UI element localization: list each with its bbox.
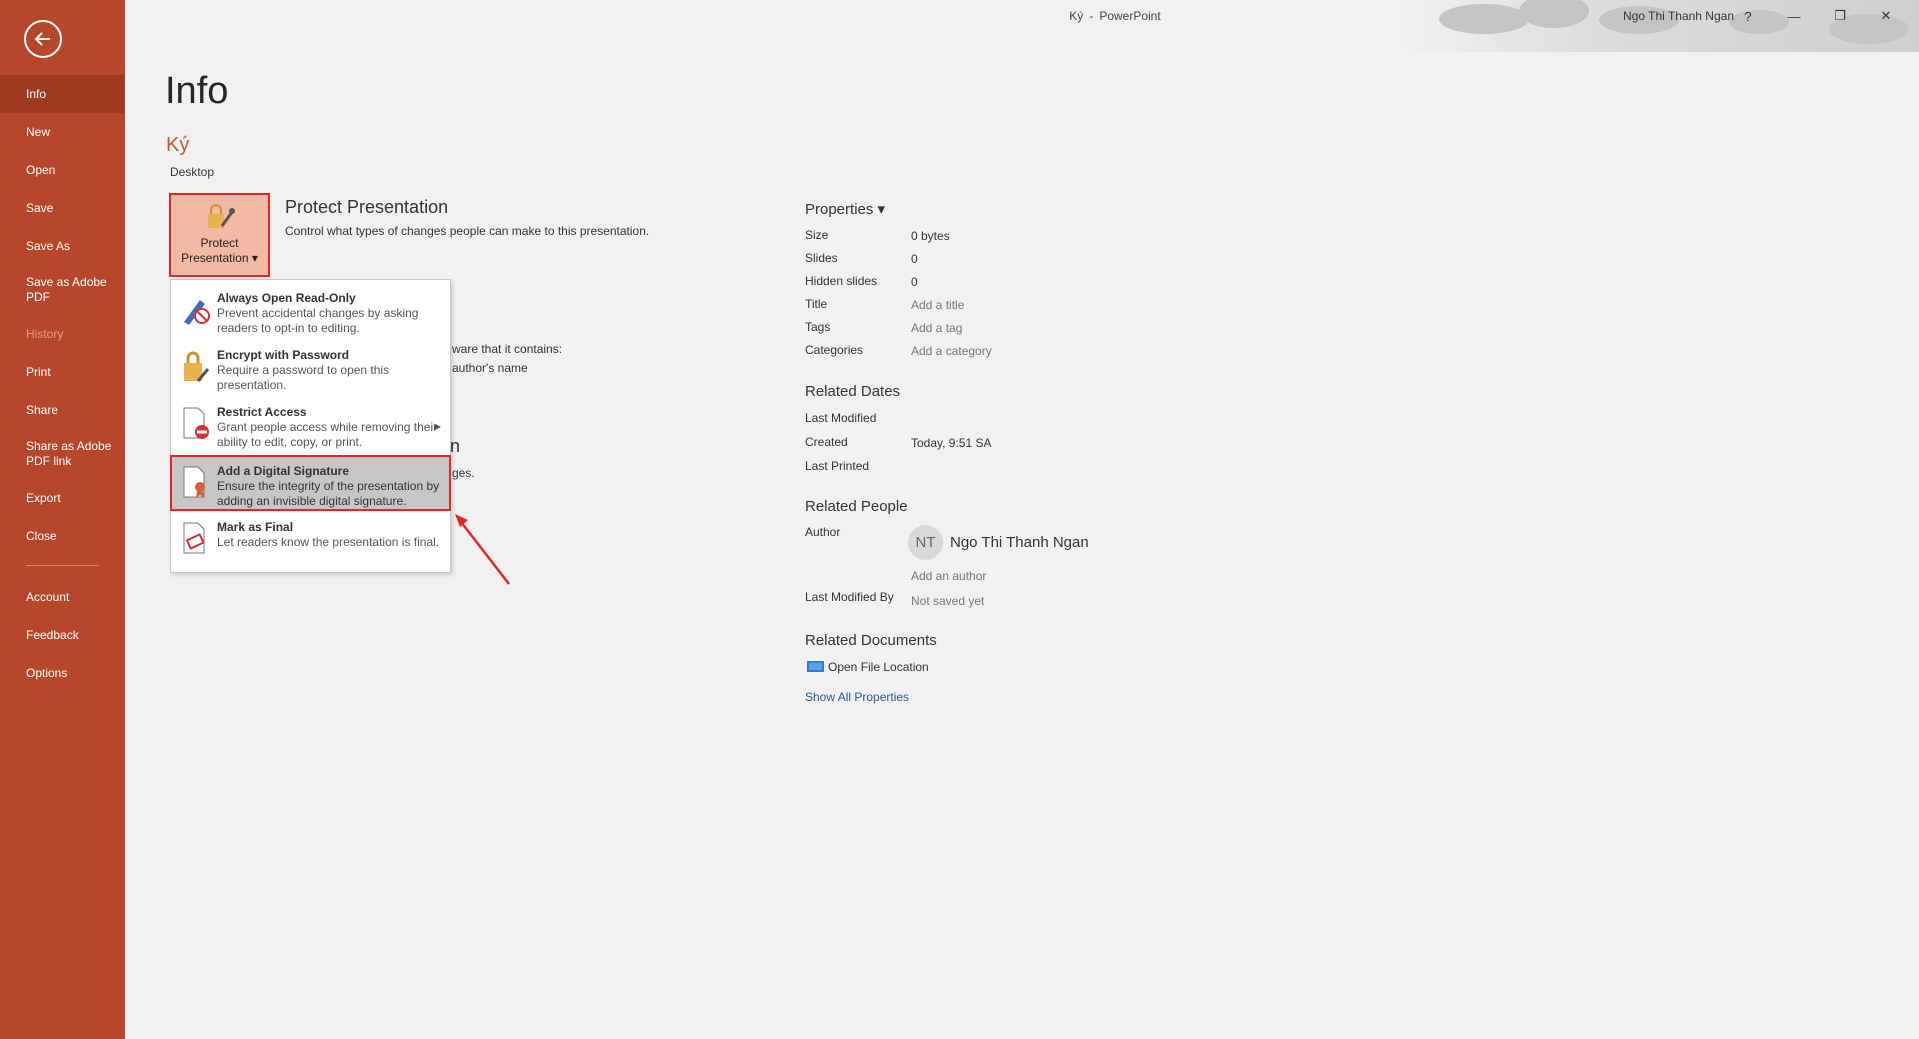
title-app-name: PowerPoint — [1099, 9, 1161, 23]
document-location[interactable]: Desktop — [170, 165, 214, 179]
nav-account[interactable]: Account — [0, 578, 125, 616]
folder-monitor-icon — [807, 661, 824, 672]
menu-item-desc: Require a password to open this presenta… — [217, 363, 390, 392]
protect-presentation-title: Protect Presentation — [285, 197, 449, 217]
people-label-last-modified-by: Last Modified By — [805, 590, 894, 604]
title-doc-name: Ký — [1069, 9, 1084, 23]
nav-export[interactable]: Export — [0, 479, 125, 517]
document-name: Ký — [166, 134, 190, 156]
backstage-nav: Info New Open Save Save As Save as Adobe… — [0, 75, 125, 692]
protect-presentation-desc: Control what types of changes people can… — [285, 224, 650, 238]
versions-text-partial: ges. — [452, 466, 475, 480]
nav-close[interactable]: Close — [0, 517, 125, 555]
versions-title-partial: n — [450, 436, 461, 456]
submenu-arrow-icon: ▶ — [434, 422, 441, 431]
prop-label-size: Size — [805, 228, 829, 242]
close-window-button[interactable]: ✕ — [1863, 4, 1909, 28]
author-avatar: NT — [908, 525, 943, 560]
date-label-last-modified: Last Modified — [805, 411, 877, 425]
nav-history: History — [26, 326, 64, 341]
menu-item-title: Add a Digital Signature — [217, 464, 350, 478]
nav-save[interactable]: Save — [0, 189, 125, 227]
pencil-no-icon — [184, 300, 210, 325]
title-bar: Ký - PowerPoint Ngo Thi Thanh Ngan ? — ❐ ✕ — [125, 0, 1919, 52]
final-stamp-icon — [183, 522, 205, 554]
minimize-button[interactable]: — — [1771, 4, 1817, 28]
prop-input-categories[interactable]: Add a category — [911, 344, 992, 358]
open-file-location-link[interactable]: Open File Location — [807, 660, 929, 674]
menu-add-digital-signature[interactable]: Add a Digital Signature Ensure the integ… — [170, 455, 451, 511]
nav-options[interactable]: Options — [0, 654, 125, 692]
back-button[interactable] — [24, 20, 62, 58]
help-button[interactable]: ? — [1725, 4, 1771, 28]
date-label-created: Created — [805, 435, 848, 449]
menu-item-title: Encrypt with Password — [217, 348, 350, 362]
related-people-heading: Related People — [805, 498, 908, 515]
protect-presentation-button[interactable]: Protect Presentation ▾ — [169, 193, 270, 277]
signature-ribbon-icon — [183, 466, 205, 498]
protect-presentation-menu: Always Open Read-Only Prevent accidental… — [170, 279, 451, 573]
people-label-author: Author — [805, 525, 841, 539]
menu-item-desc: Grant people access while removing their… — [217, 420, 438, 449]
add-author-input[interactable]: Add an author — [911, 569, 986, 583]
inspect-text-partial-1: ware that it contains: — [452, 342, 563, 356]
date-label-last-printed: Last Printed — [805, 459, 870, 473]
properties-heading[interactable]: Properties ▾ — [805, 200, 885, 218]
prop-value-hidden-slides: 0 — [911, 275, 918, 289]
date-value-created: Today, 9:51 SA — [911, 436, 992, 450]
backstage-sidebar: Info New Open Save Save As Save as Adobe… — [0, 0, 125, 1039]
window-title: Ký - PowerPoint — [915, 9, 1315, 23]
prop-value-slides: 0 — [911, 252, 918, 266]
nav-open[interactable]: Open — [0, 151, 125, 189]
nav-divider — [26, 565, 99, 566]
menu-item-title: Mark as Final — [217, 520, 294, 534]
author-name[interactable]: Ngo Thi Thanh Ngan — [950, 534, 1089, 551]
menu-item-desc: Ensure the integrity of the presentation… — [217, 479, 440, 508]
nav-feedback[interactable]: Feedback — [0, 616, 125, 654]
restore-button[interactable]: ❐ — [1817, 4, 1863, 28]
menu-encrypt-with-password[interactable]: Encrypt with Password Require a password… — [172, 341, 449, 397]
annotation-arrow-icon — [455, 514, 510, 585]
nav-share[interactable]: Share — [0, 391, 125, 429]
back-arrow-icon — [34, 32, 50, 46]
window-controls: ? — ❐ ✕ — [1725, 4, 1909, 28]
restricted-document-icon — [183, 407, 209, 439]
nav-share-adobe-pdf-link[interactable]: Share as Adobe PDF link — [0, 429, 125, 479]
menu-mark-as-final[interactable]: Mark as Final Let readers know the prese… — [172, 513, 449, 569]
menu-item-desc: Prevent accidental changes by asking rea… — [217, 306, 419, 335]
nav-info[interactable]: Info — [0, 75, 125, 113]
inspect-text-partial-2: author's name — [452, 361, 528, 375]
prop-label-title: Title — [805, 297, 828, 311]
nav-print[interactable]: Print — [0, 353, 125, 391]
prop-label-categories: Categories — [805, 343, 864, 357]
related-dates-heading: Related Dates — [805, 383, 901, 400]
nav-save-as[interactable]: Save As — [0, 227, 125, 265]
padlock-icon — [184, 351, 210, 382]
prop-label-slides: Slides — [805, 251, 838, 265]
title-separator: - — [1089, 9, 1094, 23]
page-title: Info — [165, 70, 229, 112]
menu-item-title: Restrict Access — [217, 405, 307, 419]
open-file-location-label: Open File Location — [828, 660, 929, 674]
prop-input-tags[interactable]: Add a tag — [911, 321, 962, 335]
menu-always-open-read-only[interactable]: Always Open Read-Only Prevent accidental… — [172, 284, 449, 340]
prop-label-hidden-slides: Hidden slides — [805, 274, 878, 288]
lock-key-icon — [207, 203, 235, 228]
signed-in-user[interactable]: Ngo Thi Thanh Ngan — [1623, 9, 1734, 23]
last-modified-by-value: Not saved yet — [911, 594, 985, 608]
protect-button-label-1: Protect — [200, 235, 239, 250]
prop-input-title[interactable]: Add a title — [911, 298, 964, 312]
menu-item-desc: Let readers know the presentation is fin… — [217, 535, 440, 549]
menu-item-title: Always Open Read-Only — [217, 291, 356, 305]
show-all-properties-link[interactable]: Show All Properties — [805, 690, 909, 704]
prop-value-size: 0 bytes — [911, 229, 950, 243]
protect-button-label-2: Presentation ▾ — [181, 251, 258, 266]
nav-new[interactable]: New — [0, 113, 125, 151]
prop-label-tags: Tags — [805, 320, 831, 334]
menu-restrict-access[interactable]: Restrict Access Grant people access whil… — [172, 398, 449, 454]
related-documents-heading: Related Documents — [805, 632, 937, 649]
nav-save-as-adobe-pdf[interactable]: Save as Adobe PDF — [0, 265, 125, 315]
